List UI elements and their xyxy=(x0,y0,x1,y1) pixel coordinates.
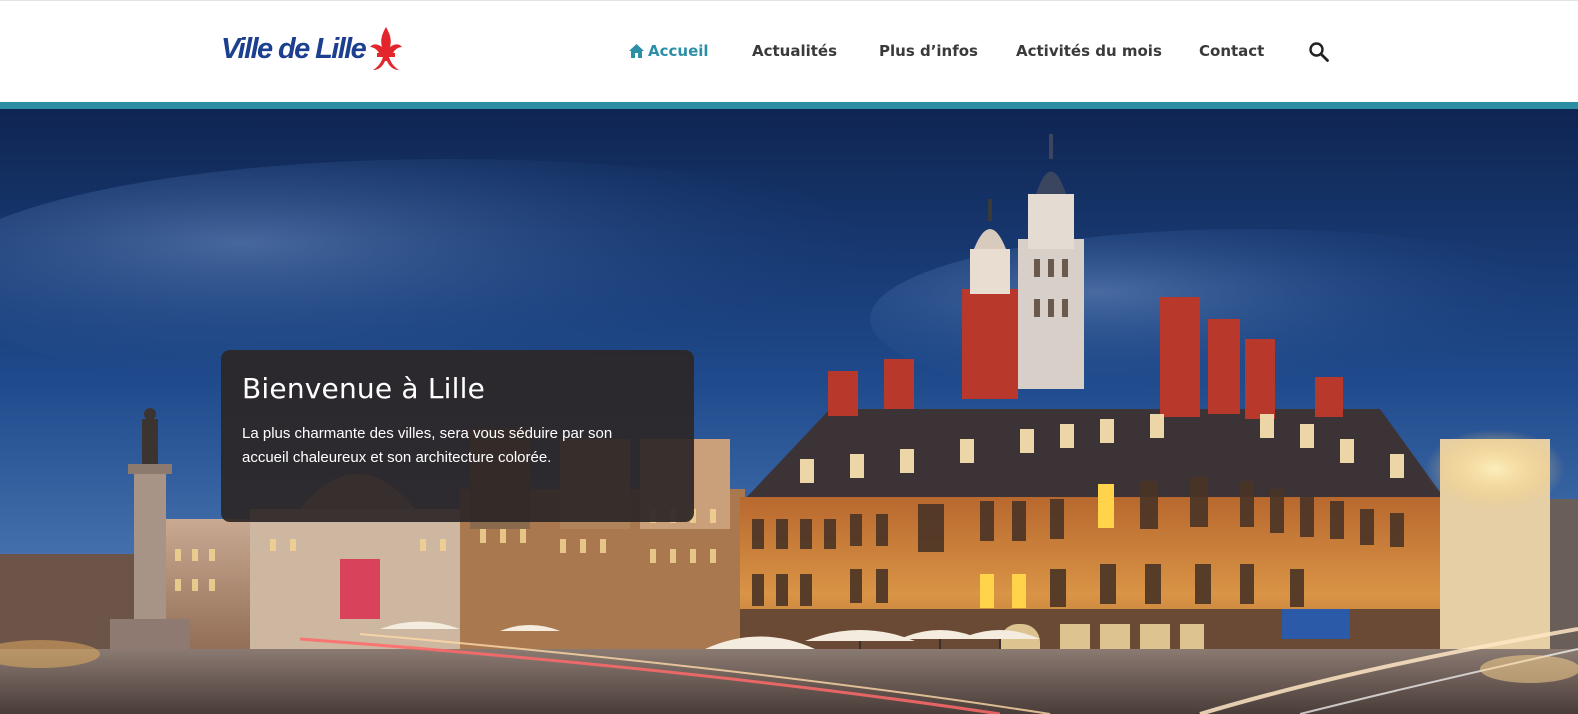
site-header: Ville de Lille Accueil Actualités Plus d… xyxy=(0,0,1578,103)
welcome-text: La plus charmante des villes, sera vous … xyxy=(242,425,613,466)
nav-item-plus-infos[interactable]: Plus d’infos xyxy=(879,39,978,63)
nav-label: Activités du mois xyxy=(1016,42,1162,60)
nav-item-accueil[interactable]: Accueil xyxy=(628,39,709,63)
nav-item-actualites[interactable]: Actualités xyxy=(752,39,837,63)
home-icon xyxy=(629,44,644,58)
nav-item-contact[interactable]: Contact xyxy=(1199,39,1264,63)
welcome-title: Bienvenue à Lille xyxy=(242,372,485,405)
main-nav: Accueil Actualités Plus d’infos Activité… xyxy=(0,39,1578,65)
nav-label: Accueil xyxy=(648,42,709,60)
search-icon[interactable] xyxy=(1308,41,1330,63)
nav-label: Actualités xyxy=(752,42,838,60)
nav-label: Contact xyxy=(1199,42,1265,60)
nav-item-activites[interactable]: Activités du mois xyxy=(1016,39,1162,63)
nav-label: Plus d’infos xyxy=(879,42,978,60)
hero-banner: Bienvenue à Lille La plus charmante des … xyxy=(0,109,1578,714)
header-accent-bar xyxy=(0,102,1578,109)
welcome-card: Bienvenue à Lille La plus charmante des … xyxy=(221,350,694,522)
